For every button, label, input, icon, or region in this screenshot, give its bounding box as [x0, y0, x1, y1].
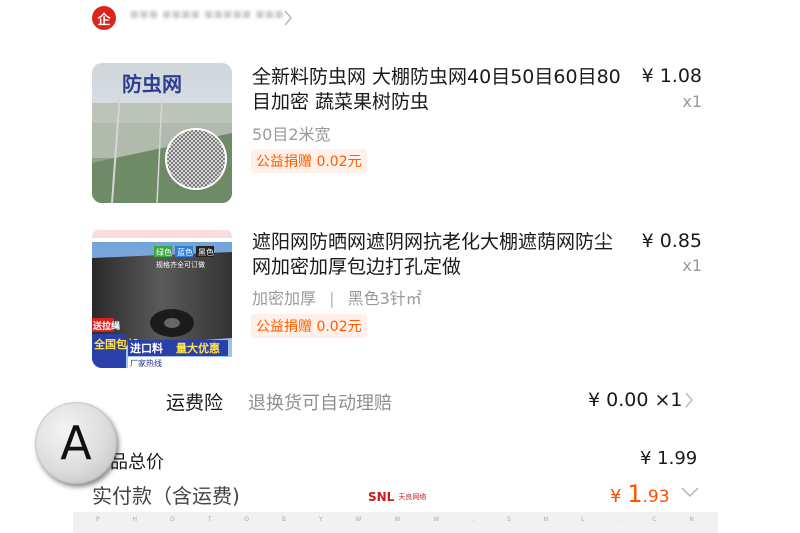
watermark-sub: 天良网络 — [398, 493, 427, 501]
credit-char: O — [169, 516, 177, 523]
credit-char: W — [433, 516, 442, 523]
variant-divider: | — [329, 289, 335, 308]
insect-net-image: 防虫网 — [92, 63, 232, 203]
actual-payment-value: ¥ 1.93 — [610, 480, 670, 508]
tag-black: 黑色 — [198, 247, 214, 257]
product-quantity: x1 — [682, 92, 702, 111]
goods-total-value: ¥ 1.99 — [640, 448, 698, 469]
credit-char: P — [96, 516, 102, 523]
product-title[interactable]: 全新料防虫网 大棚防虫网40目50目60目80目加密 蔬菜果树防虫 — [252, 65, 624, 115]
credit-char: H — [132, 516, 140, 523]
annotation-badge: A — [35, 402, 117, 484]
product-variant: 50目2米宽 — [252, 125, 331, 144]
variant-option: 黑色3针㎡ — [347, 289, 422, 308]
payment-integer: 1 — [627, 480, 643, 508]
insurance-price: ¥ 0.00 ×1 — [588, 389, 683, 411]
credit-char: B — [281, 516, 289, 523]
thumb-badge: 厂家热线 — [130, 358, 162, 368]
thumb-badge: 进口料 — [130, 341, 163, 355]
variant-option: 加密加厚 — [252, 289, 317, 308]
watermark-logo: SNL 天良网络 — [368, 490, 426, 504]
product-variant: 加密加厚 | 黑色3针㎡ — [252, 285, 422, 309]
product-price: ¥ 0.85 — [641, 230, 702, 252]
shop-logo-icon[interactable]: 企 — [92, 6, 116, 30]
credit-char: L — [581, 516, 587, 523]
charity-badge: 公益捐赠 0.02元 — [251, 149, 367, 173]
product-price: ¥ 1.08 — [641, 65, 702, 87]
payment-decimal: .93 — [642, 487, 670, 507]
watermark-brand: SNL — [368, 490, 395, 504]
charity-badge: 公益捐赠 0.02元 — [251, 314, 367, 338]
credit-char: C — [652, 516, 659, 523]
insurance-label[interactable]: 运费险 — [166, 388, 223, 415]
credit-char: . — [617, 516, 622, 523]
product-thumbnail[interactable]: 绿色 蓝色 黑色 规格齐全可订做 送拉绳 全国包邮 进口料 量大优惠 厂家热线 — [92, 228, 232, 368]
product-thumbnail[interactable]: 防虫网 — [92, 63, 232, 203]
chevron-down-icon[interactable] — [680, 486, 700, 498]
credit-char: S — [506, 516, 513, 523]
credit-char: W — [355, 516, 364, 523]
photo-credit: P H O T O B Y W W W . S N L . C N — [96, 516, 696, 523]
credit-char: N — [543, 516, 551, 523]
currency-symbol: ¥ — [610, 486, 628, 507]
actual-payment-label: 实付款（含运费) — [92, 484, 240, 508]
credit-char: Y — [318, 516, 325, 523]
thumb-badge: 送拉绳 — [92, 320, 120, 332]
insurance-description: 退换货可自动理赔 — [248, 393, 392, 414]
thumb-badge: 量大优惠 — [176, 341, 220, 355]
credit-char: N — [689, 516, 696, 523]
credit-char: . — [472, 516, 477, 523]
product-quantity: x1 — [682, 256, 702, 275]
credit-char: W — [394, 516, 403, 523]
tag-blue: 蓝色 — [177, 247, 193, 257]
shade-net-image: 绿色 蓝色 黑色 规格齐全可订做 送拉绳 全国包邮 进口料 量大优惠 厂家热线 — [92, 228, 232, 368]
thumb-caption: 防虫网 — [122, 72, 182, 96]
chevron-right-icon[interactable] — [684, 391, 694, 409]
credit-char: T — [207, 516, 214, 523]
shop-name[interactable]: ■■■ ■■■■ ■■■■■ ■■■ — [130, 10, 283, 28]
tag-green: 绿色 — [156, 247, 172, 257]
credit-char: O — [244, 516, 251, 523]
chevron-right-icon[interactable] — [283, 9, 293, 27]
thumb-note: 规格齐全可订做 — [156, 260, 205, 269]
product-title[interactable]: 遮阳网防晒网遮阴网抗老化大棚遮荫网防尘网加密加厚包边打孔定做 — [252, 230, 624, 280]
